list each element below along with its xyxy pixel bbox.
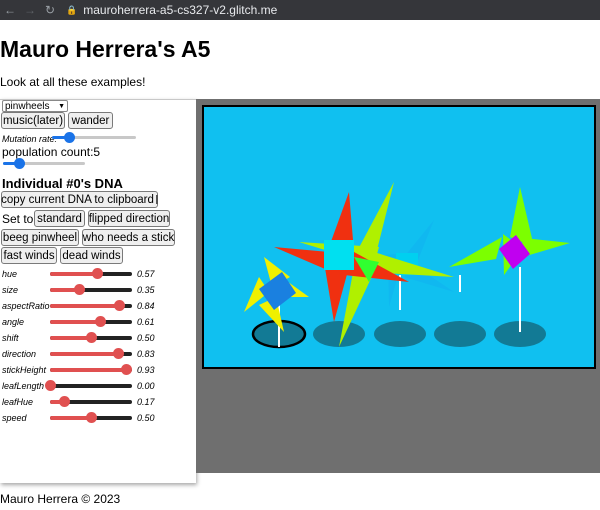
gene-slider-thumb[interactable]: [121, 364, 133, 375]
slider-thumb[interactable]: [14, 158, 26, 169]
browser-toolbar: ← → ↻ 🔒 mauroherrera-a5-cs327-v2.glitch.…: [0, 0, 600, 20]
gene-row-leafhue: leafHue 0.17: [0, 394, 196, 410]
gene-slider-thumb[interactable]: [113, 348, 125, 359]
preset-standard-button[interactable]: standard: [34, 210, 85, 227]
page-title: Mauro Herrera's A5: [0, 36, 211, 62]
pinwheel-shadow[interactable]: [374, 321, 426, 347]
page-subtitle: Look at all these examples!: [0, 75, 146, 89]
gene-row-aspectratio: aspectRatio 0.84: [0, 298, 196, 314]
preset-select[interactable]: pinwheels ▼: [2, 100, 68, 112]
preset-select-value: pinwheels: [5, 100, 50, 112]
gene-fill: [50, 272, 97, 276]
gene-slider-thumb[interactable]: [86, 412, 97, 423]
gene-row-leaflength: leafLength 0.00: [0, 378, 196, 394]
control-panel: pinwheels ▼ music(later) wander Mutation…: [0, 99, 196, 483]
gene-row-direction: direction 0.83: [0, 346, 196, 362]
mutation-rate-slider[interactable]: [52, 132, 136, 143]
gene-fill: [50, 320, 101, 324]
gene-slider-thumb[interactable]: [58, 396, 70, 407]
gene-label: shift: [2, 333, 19, 343]
pinwheel-shadow[interactable]: [313, 321, 365, 347]
set-to-label: Set to:: [2, 212, 37, 226]
gene-label: angle: [2, 317, 25, 327]
music-button[interactable]: music(later): [1, 112, 65, 129]
population-count-label: population count:5: [2, 145, 101, 159]
preset-fast-winds-button[interactable]: fast winds: [1, 247, 57, 264]
forward-arrow-icon[interactable]: →: [20, 0, 40, 20]
clipboard-icon: [155, 195, 158, 204]
gene-fill: [50, 368, 127, 372]
gene-fill: [50, 336, 91, 340]
pinwheel-scene: [244, 182, 570, 349]
chevron-down-icon: ▼: [58, 102, 65, 110]
gene-value: 0.83: [137, 349, 155, 359]
pinwheel-canvas[interactable]: [202, 105, 596, 369]
gene-label: direction: [2, 349, 37, 359]
gene-row-speed: speed 0.50: [0, 410, 196, 426]
dna-heading: Individual #0's DNA: [2, 176, 123, 191]
slider-thumb[interactable]: [63, 132, 75, 143]
gene-value: 0.57: [137, 269, 155, 279]
gene-label: hue: [2, 269, 18, 279]
gene-value: 0.50: [137, 333, 155, 343]
gene-row-angle: angle 0.61: [0, 314, 196, 330]
gene-label: leafHue: [2, 397, 34, 407]
gene-value: 0.35: [137, 285, 155, 295]
selected-pinwheel[interactable]: [244, 257, 309, 332]
mutation-rate-label: Mutation rate:: [2, 134, 58, 144]
back-arrow-icon[interactable]: ←: [0, 0, 20, 20]
url-text[interactable]: mauroherrera-a5-cs327-v2.glitch.me: [83, 3, 277, 17]
gene-slider-thumb[interactable]: [45, 380, 56, 391]
simulation-stage: [196, 99, 600, 473]
gene-value: 0.50: [137, 413, 155, 423]
gene-fill: [50, 416, 91, 420]
gene-label: speed: [2, 413, 27, 423]
gene-slider-thumb[interactable]: [73, 284, 85, 295]
preset-beeg-pinwheel-button[interactable]: beeg pinwheel: [1, 229, 79, 246]
gene-label: stickHeight: [2, 365, 47, 375]
population-count-slider[interactable]: [3, 158, 85, 169]
gene-slider-thumb[interactable]: [95, 316, 107, 327]
gene-row-hue: hue 0.57: [0, 266, 196, 282]
preset-dead-winds-button[interactable]: dead winds: [60, 247, 123, 264]
gene-slider-thumb[interactable]: [113, 300, 125, 311]
copy-dna-label: copy current DNA to clipboard: [1, 193, 154, 206]
address-bar[interactable]: 🔒 mauroherrera-a5-cs327-v2.glitch.me: [66, 0, 277, 20]
gene-label: size: [2, 285, 19, 295]
gene-value: 0.84: [137, 301, 155, 311]
preset-who-needs-a-stick-button[interactable]: who needs a stick: [82, 229, 175, 246]
gene-value: 0.17: [137, 397, 155, 407]
preset-flipped-direction-button[interactable]: flipped direction: [88, 210, 170, 227]
gene-label: leafLength: [2, 381, 45, 391]
gene-slider-thumb[interactable]: [86, 332, 97, 343]
gene-fill: [50, 304, 119, 308]
pinwheel[interactable]: [449, 187, 570, 275]
gene-fill: [50, 352, 119, 356]
gene-slider-thumb[interactable]: [91, 268, 103, 279]
gene-value: 0.61: [137, 317, 155, 327]
gene-row-shift: shift 0.50: [0, 330, 196, 346]
gene-label: aspectRatio: [2, 301, 50, 311]
lock-icon: 🔒: [66, 4, 78, 15]
gene-value: 0.00: [137, 381, 155, 391]
page-footer: Mauro Herrera © 2023: [0, 492, 121, 506]
wander-button[interactable]: wander: [68, 112, 113, 129]
gene-row-stickheight: stickHeight 0.93: [0, 362, 196, 378]
gene-track: [50, 384, 132, 388]
gene-row-size: size 0.35: [0, 282, 196, 298]
pinwheel-shadow[interactable]: [434, 321, 486, 347]
reload-icon[interactable]: ↻: [40, 0, 60, 20]
copy-dna-button[interactable]: copy current DNA to clipboard: [1, 191, 158, 208]
gene-value: 0.93: [137, 365, 155, 375]
